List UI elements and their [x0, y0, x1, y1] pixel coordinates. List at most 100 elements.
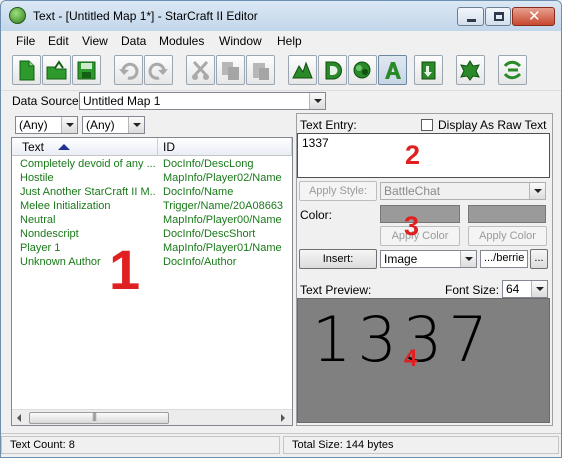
insert-type-value: Image [384, 252, 418, 266]
data-source-dropdown[interactable]: Untitled Map 1 [79, 92, 326, 110]
menu-data[interactable]: Data [121, 34, 146, 48]
menu-view[interactable]: View [82, 34, 108, 48]
text-count-status: Text Count: 8 [1, 436, 280, 454]
ai-module-button[interactable] [498, 55, 527, 85]
menu-edit[interactable]: Edit [48, 34, 69, 48]
insert-button[interactable]: Insert: [299, 249, 377, 269]
list-row[interactable]: Neutral MapInfo/Player00/Name [12, 214, 292, 228]
text-module-icon [385, 62, 401, 79]
terrain-module-icon [292, 61, 313, 79]
color-swatch-1[interactable] [380, 205, 460, 223]
text-entry-field[interactable]: 1337 [297, 133, 550, 178]
terrain-module-button[interactable] [288, 55, 317, 85]
undo-icon [119, 62, 139, 80]
menu-bar: File Edit View Data Modules Window Help [1, 31, 561, 51]
chevron-down-icon [309, 93, 325, 109]
ai-module-icon [503, 60, 522, 80]
list-row[interactable]: Melee Initialization Trigger/Name/20A0866… [12, 200, 292, 214]
text-list-panel: Text ID Completely devoid of any ... DocI… [11, 137, 293, 426]
style-value: BattleChat [384, 184, 441, 198]
chevron-down-icon [128, 117, 144, 133]
import-module-icon [421, 61, 436, 80]
undo-button[interactable] [114, 55, 143, 85]
color-label: Color: [300, 208, 333, 222]
font-size-label: Font Size: [445, 283, 500, 297]
row-id: MapInfo/Player01/Name [163, 242, 282, 254]
horizontal-scrollbar[interactable] [12, 409, 292, 425]
list-row[interactable]: Unknown Author DocInfo/Author [12, 256, 292, 270]
row-id: DocInfo/Author [163, 256, 237, 268]
unit-module-button[interactable] [456, 55, 485, 85]
list-row[interactable]: Hostile MapInfo/Player02/Name [12, 172, 292, 186]
starcraft-app-icon [9, 7, 26, 24]
redo-button[interactable] [144, 55, 173, 85]
annotation-1: 1 [109, 238, 141, 301]
maximize-icon [494, 12, 504, 21]
filter-dropdown-2[interactable]: (Any) [82, 116, 145, 134]
scrollbar-thumb[interactable] [29, 411, 169, 424]
copy-icon [222, 62, 239, 80]
new-button[interactable] [12, 55, 41, 85]
apply-color-button-1[interactable]: Apply Color [380, 226, 460, 246]
image-path-field[interactable]: .../berrie [480, 250, 528, 268]
browse-button[interactable]: ... [530, 249, 548, 269]
style-dropdown[interactable]: BattleChat [380, 182, 546, 200]
import-module-button[interactable] [414, 55, 443, 85]
column-header-id[interactable]: ID [163, 140, 175, 154]
row-text: Neutral [20, 214, 56, 226]
scroll-right-icon[interactable] [275, 410, 291, 426]
column-header-text[interactable]: Text [22, 140, 44, 154]
chevron-down-icon [460, 251, 476, 267]
copy-button[interactable] [216, 55, 245, 85]
list-row[interactable]: Just Another StarCraft II M... DocInfo/Na… [12, 186, 292, 200]
row-id: Trigger/Name/20A08663 [163, 200, 284, 212]
apply-style-button[interactable]: Apply Style: [299, 181, 377, 201]
chevron-down-icon [529, 183, 545, 199]
menu-window[interactable]: Window [219, 34, 262, 48]
row-id: MapInfo/Player02/Name [163, 172, 282, 184]
toolbar [1, 51, 561, 91]
trigger-module-button[interactable] [348, 55, 377, 85]
paste-icon [253, 63, 269, 80]
filter-dropdown-1[interactable]: (Any) [15, 116, 78, 134]
image-path-value: .../berrie [484, 252, 525, 264]
text-entry-value: 1337 [302, 136, 329, 150]
color-swatch-2[interactable] [468, 205, 546, 223]
open-button[interactable] [42, 55, 71, 85]
list-header: Text ID [12, 138, 292, 156]
maximize-button[interactable] [485, 7, 511, 26]
list-row[interactable]: Nondescript DocInfo/DescShort [12, 228, 292, 242]
preview-label: Text Preview: [300, 283, 372, 297]
cut-button[interactable] [186, 55, 215, 85]
close-button[interactable]: ✕ [512, 7, 555, 26]
chevron-down-icon [61, 117, 77, 133]
font-size-value: 64 [506, 282, 520, 296]
menu-modules[interactable]: Modules [159, 34, 204, 48]
text-module-button[interactable] [378, 55, 407, 85]
apply-color-button-2[interactable]: Apply Color [468, 226, 547, 246]
annotation-4: 4 [404, 345, 418, 372]
list-row[interactable]: Completely devoid of any ... DocInfo/Desc… [12, 158, 292, 172]
column-divider[interactable] [157, 138, 158, 156]
raw-text-checkbox[interactable] [421, 119, 433, 131]
raw-text-label: Display As Raw Text [438, 118, 547, 132]
filter-2-value: (Any) [86, 118, 115, 132]
minimize-icon [467, 19, 476, 22]
paste-button[interactable] [246, 55, 275, 85]
font-size-dropdown[interactable]: 64 [502, 280, 548, 298]
redo-icon [148, 62, 168, 80]
list-row[interactable]: Player 1 MapInfo/Player01/Name [12, 242, 292, 256]
data-module-button[interactable] [318, 55, 347, 85]
insert-type-dropdown[interactable]: Image [380, 250, 477, 268]
scroll-left-icon[interactable] [12, 410, 28, 426]
editor-window: Text - [Untitled Map 1*] - StarCraft II … [0, 0, 562, 458]
save-button[interactable] [72, 55, 101, 85]
annotation-3: 3 [404, 211, 420, 241]
title-bar[interactable]: Text - [Untitled Map 1*] - StarCraft II … [1, 1, 561, 31]
column-divider[interactable] [291, 138, 292, 156]
menu-file[interactable]: File [16, 34, 35, 48]
status-bar: Text Count: 8 Total Size: 144 bytes [1, 433, 561, 457]
menu-help[interactable]: Help [277, 34, 302, 48]
trigger-module-icon [353, 61, 371, 79]
minimize-button[interactable] [457, 7, 484, 26]
